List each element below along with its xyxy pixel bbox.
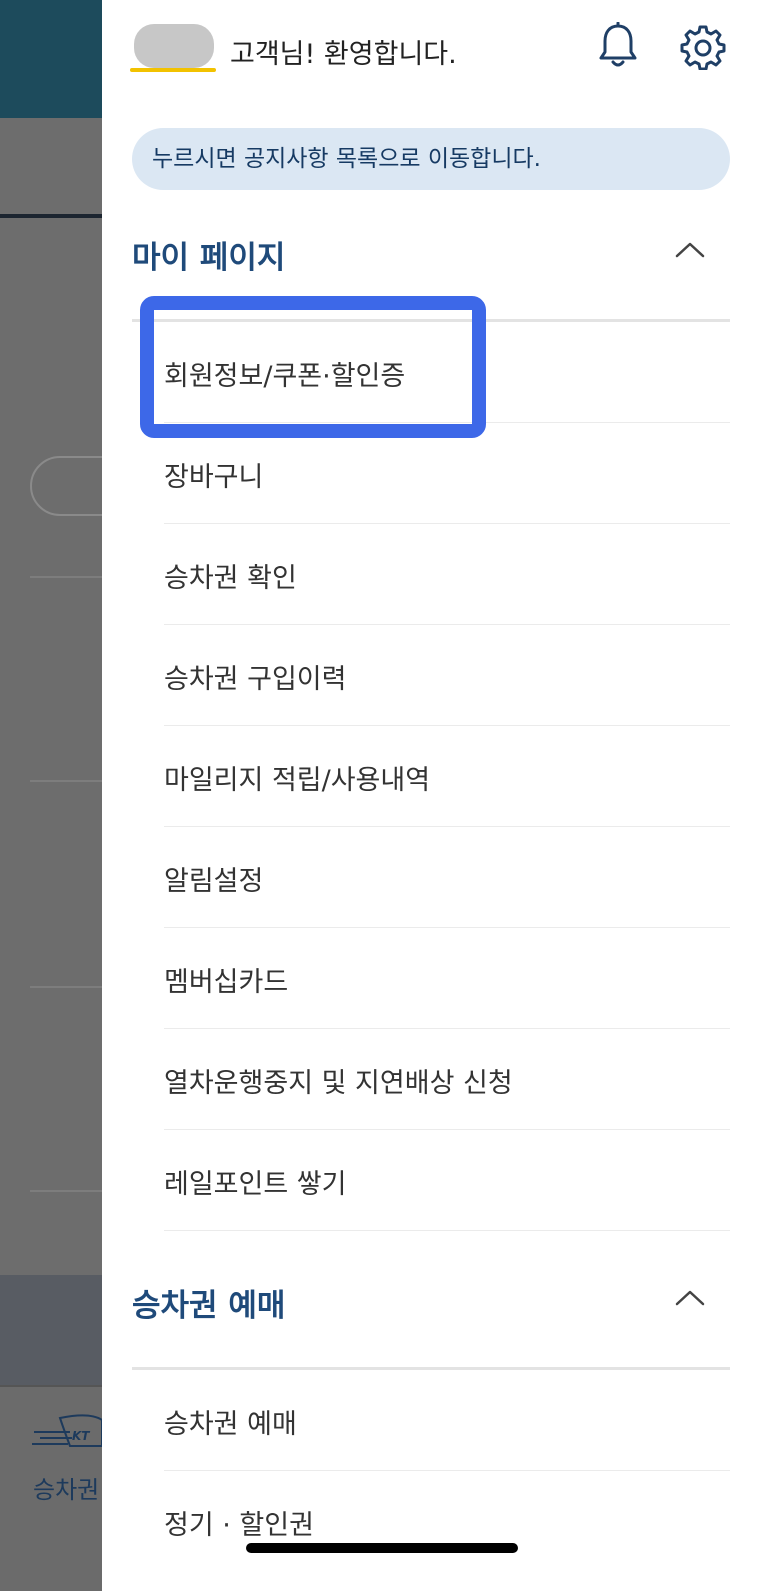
background-divider <box>30 1190 102 1192</box>
background-divider <box>30 576 102 578</box>
menu-item-label: 멤버십카드 <box>164 967 289 998</box>
menu-item-season-pass[interactable]: 정기 · 할인권 <box>164 1471 730 1572</box>
menu-item-purchase-history[interactable]: 승차권 구입이력 <box>164 625 730 726</box>
notice-banner[interactable]: 누르시면 공지사항 목록으로 이동합니다. <box>132 128 730 190</box>
menu-item-label: 승차권 구입이력 <box>164 664 347 695</box>
home-indicator <box>246 1543 518 1553</box>
chevron-up-icon[interactable] <box>674 1288 706 1308</box>
menu-item-label: 열차운행중지 및 지연배상 신청 <box>164 1068 513 1099</box>
background-banner <box>0 1275 102 1385</box>
section-header-my-page[interactable]: 마이 페이지 <box>102 194 773 322</box>
gear-icon[interactable] <box>680 24 726 70</box>
menu-item-mileage[interactable]: 마일리지 적립/사용내역 <box>164 726 730 827</box>
background-divider <box>30 986 102 988</box>
menu-item-ticket-booking[interactable]: 승차권 예매 <box>164 1370 730 1471</box>
section-ticket-booking: 승차권 예매 승차권 예매 정기 · 할인권 <box>102 1242 773 1572</box>
chevron-up-icon[interactable] <box>674 240 706 260</box>
welcome-message: 고객님! 환영합니다. <box>230 39 457 70</box>
background-tab-indicator <box>0 214 102 218</box>
background-input <box>30 456 102 516</box>
bell-icon[interactable] <box>598 22 638 70</box>
menu-item-label: 장바구니 <box>164 462 264 493</box>
menu-item-label: 레일포인트 쌓기 <box>164 1169 347 1200</box>
menu-item-membership-card[interactable]: 멤버십카드 <box>164 928 730 1029</box>
menu-item-label: 회원정보/쿠폰·할인증 <box>164 361 406 392</box>
ktx-train-icon: KT <box>32 1414 102 1447</box>
menu-item-label: 마일리지 적립/사용내역 <box>164 765 431 796</box>
menu-item-member-info[interactable]: 회원정보/쿠폰·할인증 <box>164 322 730 423</box>
menu-item-label: 승차권 예매 <box>164 1409 297 1440</box>
svg-text:KT: KT <box>72 1429 90 1443</box>
drawer-header: 고객님! 환영합니다. <box>102 0 773 100</box>
section-my-page: 마이 페이지 회원정보/쿠폰·할인증 장바구니 승차권 확인 승차권 구입이력 … <box>102 194 773 1231</box>
section-title: 마이 페이지 <box>132 240 286 276</box>
section-header-ticket-booking[interactable]: 승차권 예매 <box>102 1242 773 1370</box>
user-name-underline <box>130 68 216 72</box>
menu-item-notification-settings[interactable]: 알림설정 <box>164 827 730 928</box>
background-divider <box>30 780 102 782</box>
section-title: 승차권 예매 <box>132 1288 286 1324</box>
menu-item-ticket-check[interactable]: 승차권 확인 <box>164 524 730 625</box>
background-header <box>0 0 102 118</box>
user-name-redacted <box>134 24 214 68</box>
menu-item-label: 알림설정 <box>164 866 264 897</box>
menu-item-label: 정기 · 할인권 <box>164 1510 314 1541</box>
menu-item-label: 승차권 확인 <box>164 563 297 594</box>
menu-item-rail-point[interactable]: 레일포인트 쌓기 <box>164 1130 730 1231</box>
menu-item-cart[interactable]: 장바구니 <box>164 423 730 524</box>
tab-ticket-label: 승차권 <box>33 1476 100 1504</box>
menu-item-delay-compensation[interactable]: 열차운행중지 및 지연배상 신청 <box>164 1029 730 1130</box>
background-app: KT 승차권 <box>0 0 102 1591</box>
navigation-drawer: 고객님! 환영합니다. 누르시면 공지사항 목록으로 이동합니다. 마이 페이지… <box>102 0 773 1591</box>
